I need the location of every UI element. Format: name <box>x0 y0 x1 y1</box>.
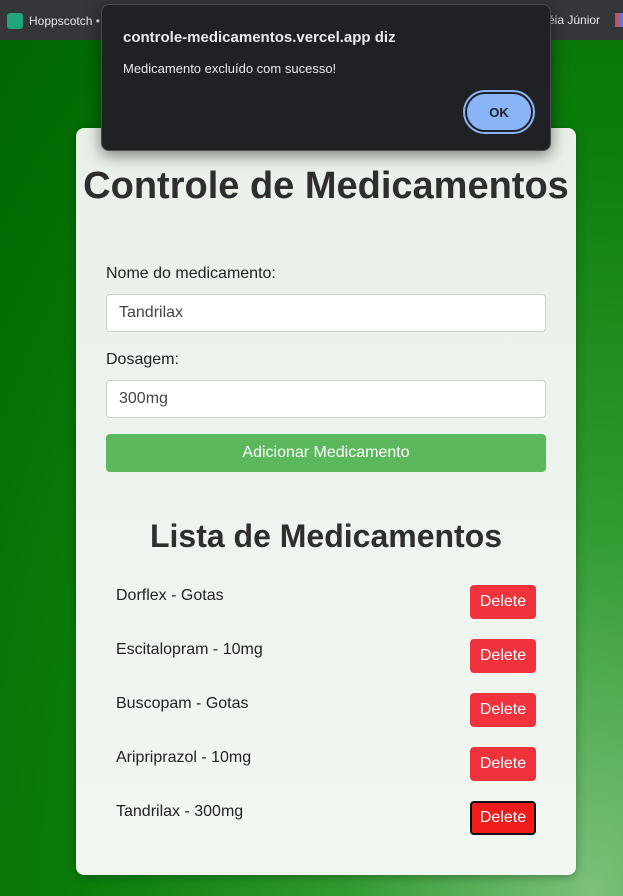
delete-button[interactable]: Delete <box>470 585 536 619</box>
bookmark-label: Hoppscotch • <box>29 14 100 28</box>
dose-input[interactable] <box>106 380 546 418</box>
medication-name: Buscopam - Gotas <box>116 695 249 712</box>
list-title: Lista de Medicamentos <box>149 518 503 554</box>
hoppscotch-icon <box>7 13 23 29</box>
ok-button[interactable]: OK <box>465 92 533 132</box>
delete-button[interactable]: Delete <box>470 801 536 835</box>
medication-list: Dorflex - Gotas Delete Escitalopram - 10… <box>116 585 536 855</box>
medication-name: Dorflex - Gotas <box>116 587 224 604</box>
delete-button[interactable]: Delete <box>470 639 536 673</box>
add-medication-button[interactable]: Adicionar Medicamento <box>106 434 546 472</box>
bookmark-hoppscotch[interactable]: Hoppscotch • <box>7 13 100 29</box>
list-item: Aripriprazol - 10mg Delete <box>116 747 536 801</box>
list-item: Buscopam - Gotas Delete <box>116 693 536 747</box>
medication-name: Aripriprazol - 10mg <box>116 749 252 766</box>
medication-name: Escitalopram - 10mg <box>116 641 263 658</box>
dose-label: Dosagem: <box>106 351 179 368</box>
name-label: Nome do medicamento: <box>106 265 276 282</box>
alert-dialog: controle-medicamentos.vercel.app diz Med… <box>101 4 551 151</box>
medication-name: Tandrilax - 300mg <box>116 803 244 820</box>
page-title: Controle de Medicamentos <box>83 165 569 207</box>
alert-message: Medicamento excluído com sucesso! <box>123 61 337 76</box>
bookmark-second[interactable]: éia Júnior <box>548 13 600 27</box>
delete-button[interactable]: Delete <box>470 693 536 727</box>
name-input[interactable] <box>106 294 546 332</box>
delete-button[interactable]: Delete <box>470 747 536 781</box>
bookmark-label: éia Júnior <box>548 13 601 27</box>
alert-title: controle-medicamentos.vercel.app diz <box>123 29 396 46</box>
medication-card: Controle de Medicamentos Nome do medicam… <box>76 128 576 875</box>
list-item: Tandrilax - 300mg Delete <box>116 801 536 855</box>
bookmark-overflow-icon[interactable] <box>615 13 623 27</box>
list-item: Dorflex - Gotas Delete <box>116 585 536 639</box>
list-item: Escitalopram - 10mg Delete <box>116 639 536 693</box>
